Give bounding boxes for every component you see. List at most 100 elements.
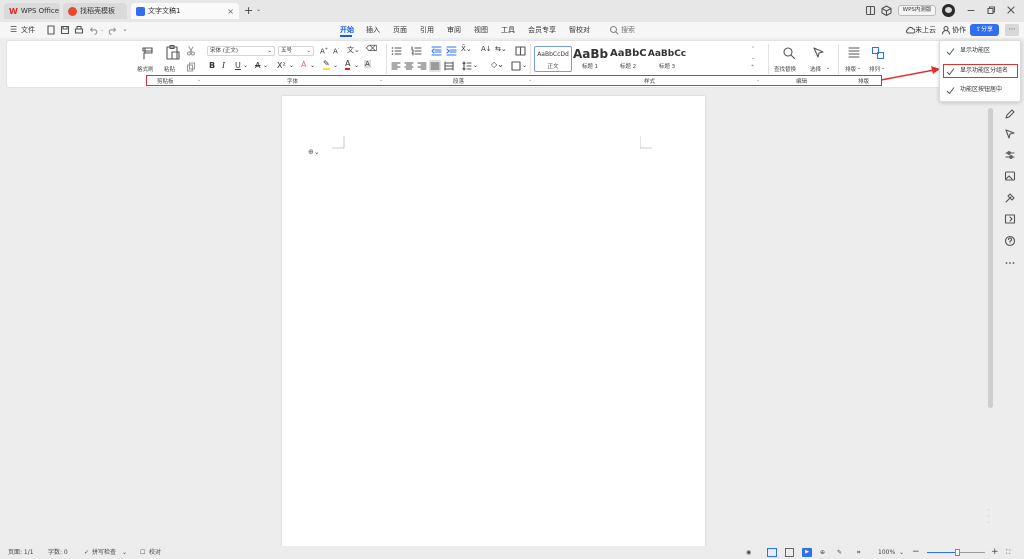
pen-icon[interactable]	[1004, 108, 1016, 120]
distribute-icon[interactable]	[444, 61, 454, 71]
save-icon[interactable]	[60, 25, 70, 35]
arrange-icon[interactable]	[871, 46, 885, 60]
clear-format-icon[interactable]: ⌫	[366, 44, 377, 53]
menu-review[interactable]: 审阅	[447, 22, 461, 38]
shrink-font-icon[interactable]: A-	[333, 46, 339, 55]
cloud-status[interactable]: 未上云	[915, 22, 936, 38]
zoom-out-icon[interactable]: −	[912, 546, 920, 559]
select-tool-icon[interactable]	[1004, 128, 1016, 140]
zoom-level[interactable]: 100%	[878, 546, 895, 559]
paste-label[interactable]: 粘贴	[164, 65, 175, 73]
word-count[interactable]: 字数: 0	[48, 546, 68, 559]
close-window-icon[interactable]	[1006, 5, 1016, 15]
border-box-icon[interactable]	[511, 61, 521, 71]
pinyin-icon[interactable]: 文⌄	[347, 45, 360, 55]
dialog-launcher-icon[interactable]: ⌄	[379, 77, 383, 83]
char-shading-icon[interactable]: A	[364, 60, 371, 68]
copy-icon[interactable]	[186, 62, 196, 72]
new-doc-icon[interactable]	[46, 25, 56, 35]
select-label[interactable]: 选择	[810, 65, 821, 73]
beta-badge[interactable]: WPS内测版	[898, 5, 936, 16]
typeset-label[interactable]: 排版	[845, 65, 856, 73]
tab-dropdown-icon[interactable]: ⌄	[256, 6, 261, 13]
dialog-launcher-icon[interactable]: ⌄	[528, 77, 532, 83]
shading-icon[interactable]: ◇⌄	[491, 60, 504, 69]
select-cursor-icon[interactable]	[812, 46, 826, 60]
chevron-down-icon[interactable]: ⌄	[243, 62, 248, 69]
style-heading-1[interactable]: AaBb 标题 1	[573, 46, 608, 72]
dialog-launcher-icon[interactable]: ⌄	[197, 77, 201, 83]
adjust-icon[interactable]	[1004, 149, 1016, 161]
close-tab-icon[interactable]: ×	[227, 7, 234, 16]
cloud-icon[interactable]	[905, 25, 915, 35]
dialog-launcher-icon[interactable]: ⌄	[756, 77, 760, 83]
layout-icon[interactable]	[865, 5, 876, 16]
undo-dropdown-icon[interactable]: ⌄	[100, 27, 104, 33]
document-page[interactable]: ⊕⌄	[282, 96, 705, 559]
find-replace-icon[interactable]	[782, 46, 796, 60]
quick-access-dropdown-icon[interactable]: ⌄	[122, 25, 128, 33]
review-panel-icon[interactable]	[1004, 213, 1016, 225]
chevron-down-icon[interactable]: ⌄	[522, 62, 527, 69]
popup-item-center-buttons[interactable]: 功能区按钮居中	[960, 84, 1002, 96]
page-nav-icon[interactable]: ◦ ◦ ◦	[987, 508, 990, 526]
line-spacing-icon[interactable]	[462, 61, 472, 71]
menu-tools[interactable]: 工具	[501, 22, 515, 38]
help-icon[interactable]	[1004, 235, 1016, 247]
underline-icon[interactable]: U	[235, 61, 241, 70]
collab-icon[interactable]	[941, 25, 951, 35]
style-heading-3[interactable]: AaBbCc 标题 3	[647, 46, 687, 72]
chevron-down-icon[interactable]: ⌄	[899, 546, 904, 559]
styles-more-icon[interactable]: ⩡	[751, 63, 754, 69]
borders-icon[interactable]	[515, 46, 526, 56]
collab-button[interactable]: 协作	[952, 22, 966, 38]
chevron-down-icon[interactable]: ⌄	[826, 65, 830, 71]
format-painter-icon[interactable]	[140, 45, 156, 61]
avatar[interactable]	[942, 4, 955, 17]
hamburger-icon[interactable]: ☰	[10, 25, 17, 34]
chevron-down-icon[interactable]: ⌄	[333, 62, 338, 69]
text-effect-icon[interactable]: A	[301, 60, 306, 69]
web-view-icon[interactable]: ⊕	[820, 546, 825, 559]
redo-icon[interactable]	[107, 25, 117, 35]
menu-member[interactable]: 会员专享	[528, 22, 556, 38]
chevron-up-icon[interactable]: ⌃	[751, 46, 755, 52]
decrease-indent-icon[interactable]	[431, 46, 442, 56]
paragraph-handle-icon[interactable]: ⊕⌄	[308, 148, 320, 156]
cut-icon[interactable]	[186, 46, 196, 56]
format-painter-label[interactable]: 格式刷	[137, 65, 154, 73]
tools-icon[interactable]	[1004, 192, 1016, 204]
share-button[interactable]: ⇪分享	[970, 24, 999, 36]
more-options-button[interactable]: ⋯	[1005, 24, 1019, 36]
chevron-down-icon[interactable]: ⌄	[122, 546, 127, 559]
grow-font-icon[interactable]: A+	[320, 46, 328, 55]
find-replace-label[interactable]: 查找替换	[774, 65, 796, 73]
write-mode-icon[interactable]: ✎	[837, 546, 842, 559]
chevron-down-icon[interactable]: ⌄	[289, 62, 294, 69]
menu-page[interactable]: 页面	[393, 22, 407, 38]
search-icon[interactable]	[609, 25, 619, 35]
typeset-icon[interactable]	[847, 46, 861, 60]
image-tool-icon[interactable]	[1004, 170, 1016, 182]
chinese-layout-icon[interactable]: X̄⌄	[461, 45, 472, 53]
chevron-down-icon[interactable]: ⌄	[473, 62, 478, 69]
page-count[interactable]: 页面: 1/1	[8, 546, 34, 559]
style-normal[interactable]: AaBbCcDd 正文	[534, 46, 572, 72]
page-view-icon[interactable]	[767, 548, 777, 557]
proof-button[interactable]: 校对	[149, 546, 161, 559]
zoom-in-icon[interactable]: +	[991, 546, 999, 559]
align-center-icon[interactable]	[404, 61, 414, 71]
print-icon[interactable]	[74, 25, 84, 35]
style-heading-2[interactable]: AaBbC 标题 2	[610, 46, 647, 72]
undo-icon[interactable]	[89, 25, 99, 35]
font-size-select[interactable]: 五号 ⌄	[278, 46, 314, 56]
menu-proofread[interactable]: 智校对	[569, 22, 590, 38]
menu-references[interactable]: 引用	[420, 22, 434, 38]
bullet-list-icon[interactable]	[391, 46, 402, 56]
bold-icon[interactable]: B	[209, 61, 215, 70]
highlight-icon[interactable]: ✎	[323, 60, 330, 70]
new-tab-button[interactable]: +	[244, 4, 253, 17]
align-left-icon[interactable]	[391, 61, 401, 71]
menu-insert[interactable]: 插入	[366, 22, 380, 38]
chevron-down-icon[interactable]: ⌄	[857, 65, 861, 71]
